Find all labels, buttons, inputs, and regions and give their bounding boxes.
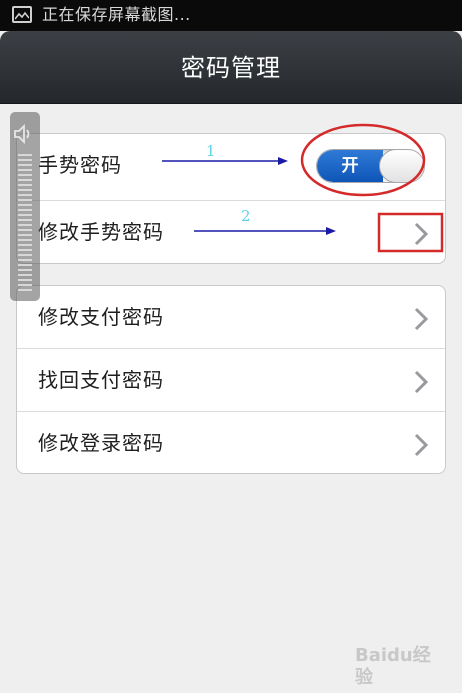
- status-notification: 正在保存屏幕截图...: [42, 5, 191, 24]
- speaker-icon: [14, 124, 30, 144]
- screenshot-icon: [12, 6, 32, 23]
- watermark-text: Baidu经验: [355, 645, 431, 688]
- modify-login-password-label: 修改登录密码: [38, 431, 164, 455]
- annotation-number-2: 2: [241, 207, 251, 225]
- annotation-number-1: 1: [206, 142, 216, 160]
- chevron-right-icon: [414, 222, 429, 246]
- watermark: Baidu经验: [345, 642, 440, 688]
- recover-payment-password-label: 找回支付密码: [38, 368, 164, 392]
- status-bar: 正在保存屏幕截图...: [0, 0, 462, 31]
- gesture-password-row: 手势密码 开: [17, 134, 445, 198]
- modify-login-password-row[interactable]: 修改登录密码: [17, 411, 445, 475]
- chevron-right-icon: [414, 307, 429, 331]
- page-title: 密码管理: [181, 54, 281, 82]
- chevron-right-icon: [414, 370, 429, 394]
- volume-indicator: [10, 112, 40, 301]
- gesture-password-toggle[interactable]: 开: [316, 149, 425, 183]
- gesture-password-label: 手势密码: [38, 153, 122, 177]
- password-options-group: 修改支付密码 找回支付密码 修改登录密码: [16, 285, 446, 474]
- modify-gesture-password-row[interactable]: 修改手势密码: [17, 200, 445, 264]
- modify-gesture-password-label: 修改手势密码: [38, 220, 164, 244]
- toggle-on-label: 开: [341, 156, 359, 176]
- modify-payment-password-row[interactable]: 修改支付密码: [17, 286, 445, 350]
- modify-payment-password-label: 修改支付密码: [38, 305, 164, 329]
- volume-level-bars: [18, 154, 32, 292]
- nav-bar: 密码管理: [0, 31, 462, 104]
- recover-payment-password-row[interactable]: 找回支付密码: [17, 348, 445, 412]
- chevron-right-icon: [414, 433, 429, 457]
- gesture-settings-group: 手势密码 开 修改手势密码: [16, 133, 446, 264]
- toggle-knob: [379, 150, 424, 182]
